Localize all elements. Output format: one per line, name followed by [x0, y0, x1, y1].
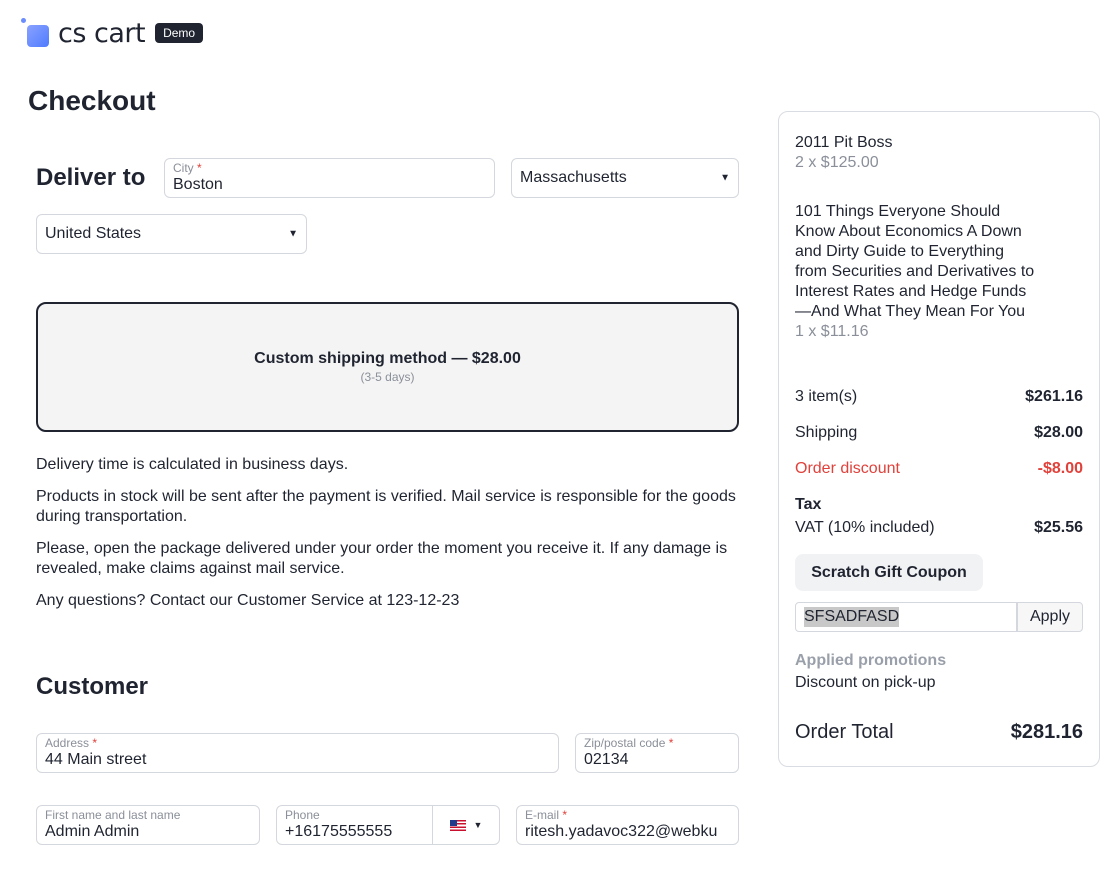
address-value: 44 Main street — [45, 751, 147, 768]
name-value: Admin Admin — [45, 823, 140, 840]
phone-country-select[interactable]: ▼ — [432, 805, 500, 845]
summary-product: 101 Things Everyone Should Know About Ec… — [795, 202, 1035, 342]
discount-row: Order discount -$8.00 — [795, 460, 1083, 478]
chevron-down-icon: ▼ — [720, 172, 730, 184]
shipping-method-days: (3-5 days) — [360, 370, 415, 384]
promotion-item: Discount on pick-up — [795, 674, 936, 691]
required-mark: * — [562, 808, 568, 822]
scratch-gift-coupon-button[interactable]: Scratch Gift Coupon — [795, 554, 983, 591]
product-qty: 2 x $125.00 — [795, 154, 879, 171]
order-total-row: Order Total $281.16 — [795, 721, 1083, 744]
vat-value: $25.56 — [1034, 519, 1083, 536]
product-qty: 1 x $11.16 — [795, 323, 869, 340]
items-label: 3 item(s) — [795, 388, 858, 405]
name-label: First name and last name — [45, 808, 181, 822]
shipping-method-name: Custom shipping method — $28.00 — [254, 350, 521, 367]
us-flag-icon — [449, 819, 466, 831]
logo-icon — [20, 18, 50, 48]
logo[interactable]: cs cart Demo — [20, 16, 204, 50]
vat-label: VAT (10% included) — [795, 519, 935, 536]
required-mark: * — [92, 736, 98, 750]
city-value: Boston — [173, 176, 223, 193]
apply-coupon-button[interactable]: Apply — [1017, 602, 1083, 632]
page-title: Checkout — [28, 85, 156, 116]
required-mark: * — [668, 736, 674, 750]
shipping-value: $28.00 — [1034, 424, 1083, 441]
phone-field[interactable]: Phone +16175555555 — [276, 805, 433, 845]
vat-row: VAT (10% included) $25.56 — [795, 519, 1083, 537]
demo-badge: Demo — [155, 23, 204, 43]
info-text: Please, open the package delivered under… — [36, 540, 728, 577]
state-value: Massachusetts — [520, 169, 627, 186]
coupon-value: SFSADFASD — [804, 607, 900, 627]
discount-value: -$8.00 — [1037, 460, 1083, 477]
email-value: ritesh.yadavoc322@webku — [525, 823, 718, 840]
caret-down-icon: ▼ — [473, 820, 483, 830]
product-name[interactable]: 101 Things Everyone Should Know About Ec… — [795, 203, 1034, 320]
logo-text: cs cart — [58, 17, 146, 49]
country-select[interactable]: United States ▼ — [36, 214, 307, 254]
city-field[interactable]: City * Boston — [164, 158, 495, 198]
address-label: Address — [45, 736, 90, 750]
zip-field[interactable]: Zip/postal code * 02134 — [575, 733, 739, 773]
order-summary: 2011 Pit Boss 2 x $125.00 101 Things Eve… — [778, 111, 1100, 767]
shipping-method-option[interactable]: Custom shipping method — $28.00 (3-5 day… — [36, 302, 739, 432]
info-text: Delivery time is calculated in business … — [36, 456, 349, 473]
items-row: 3 item(s) $261.16 — [795, 388, 1083, 406]
summary-product: 2011 Pit Boss 2 x $125.00 — [795, 133, 1045, 173]
shipping-row: Shipping $28.00 — [795, 424, 1083, 442]
email-field[interactable]: E-mail * ritesh.yadavoc322@webku — [516, 805, 739, 845]
name-field[interactable]: First name and last name Admin Admin — [36, 805, 260, 845]
email-label: E-mail — [525, 808, 560, 822]
order-total-label: Order Total — [795, 721, 894, 743]
zip-value: 02134 — [584, 751, 629, 768]
deliver-to-title: Deliver to — [36, 164, 146, 191]
info-text: Any questions? Contact our Customer Serv… — [36, 592, 460, 609]
required-mark: * — [197, 161, 202, 175]
order-total-value: $281.16 — [1010, 721, 1083, 743]
info-text: Products in stock will be sent after the… — [36, 488, 736, 525]
customer-title: Customer — [36, 673, 149, 700]
phone-value: +16175555555 — [285, 823, 393, 840]
shipping-label: Shipping — [795, 424, 858, 441]
tax-title: Tax — [795, 496, 822, 513]
state-select[interactable]: Massachusetts ▼ — [511, 158, 739, 198]
items-value: $261.16 — [1025, 388, 1083, 405]
phone-label: Phone — [285, 808, 320, 822]
chevron-down-icon: ▼ — [288, 228, 298, 240]
applied-promotions-title: Applied promotions — [795, 652, 947, 669]
country-value: United States — [45, 225, 142, 242]
discount-label: Order discount — [795, 460, 900, 477]
city-label: City — [173, 161, 194, 175]
product-name[interactable]: 2011 Pit Boss — [795, 134, 893, 151]
address-field[interactable]: Address * 44 Main street — [36, 733, 559, 773]
coupon-input[interactable]: SFSADFASD — [795, 602, 1017, 632]
zip-label: Zip/postal code — [584, 736, 666, 750]
